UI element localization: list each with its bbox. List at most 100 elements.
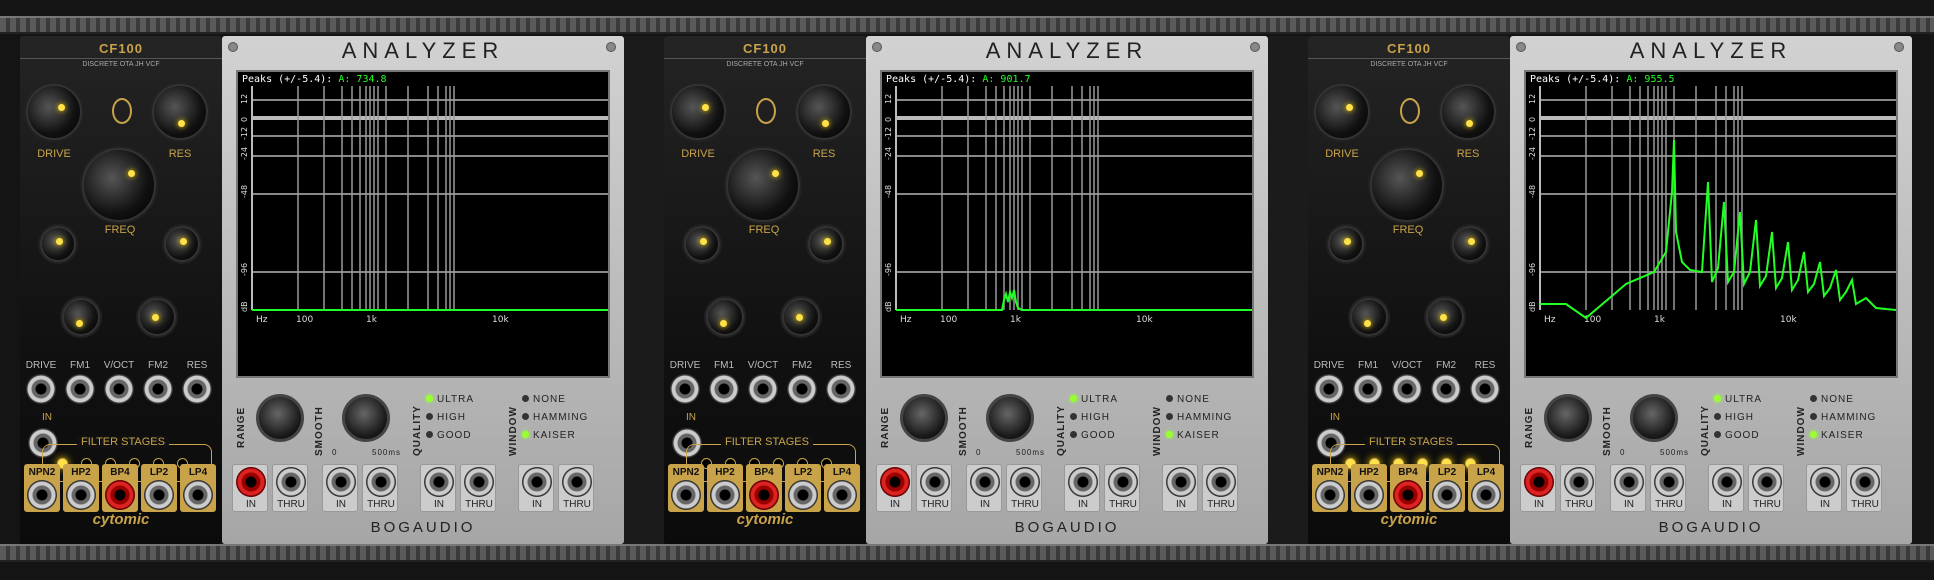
cv1-knob[interactable]: [706, 298, 744, 336]
window-option-kaiser[interactable]: KAISER: [1810, 430, 1864, 441]
output-jack[interactable]: [66, 480, 96, 510]
cv-input-jack[interactable]: [826, 374, 856, 404]
window-option-hamming[interactable]: HAMMING: [1810, 412, 1876, 423]
fm1-knob[interactable]: [684, 226, 720, 262]
output-jack[interactable]: [27, 480, 57, 510]
window-option-none[interactable]: NONE: [522, 394, 566, 405]
thru-jack[interactable]: [1850, 467, 1880, 497]
fm1-knob[interactable]: [40, 226, 76, 262]
cv1-knob[interactable]: [62, 298, 100, 336]
jack-label: IN: [1078, 499, 1088, 510]
input-jack[interactable]: [1166, 467, 1196, 497]
window-option-kaiser[interactable]: KAISER: [1166, 430, 1220, 441]
thru-jack[interactable]: [920, 467, 950, 497]
output-jack[interactable]: [144, 480, 174, 510]
drive-knob[interactable]: [1314, 84, 1370, 140]
quality-option-good[interactable]: GOOD: [1714, 430, 1760, 441]
range-knob[interactable]: [1544, 394, 1592, 442]
output-jack[interactable]: [788, 480, 818, 510]
quality-option-good[interactable]: GOOD: [1070, 430, 1116, 441]
thru-jack[interactable]: [1108, 467, 1138, 497]
input-jack[interactable]: [1614, 467, 1644, 497]
output-jack[interactable]: [1393, 480, 1423, 510]
input-jack[interactable]: [880, 467, 910, 497]
cv-input-jack[interactable]: [1470, 374, 1500, 404]
fm2-knob[interactable]: [164, 226, 200, 262]
thru-jack[interactable]: [1010, 467, 1040, 497]
thru-jack[interactable]: [366, 467, 396, 497]
cv-input-jack[interactable]: [143, 374, 173, 404]
res-knob[interactable]: [1440, 84, 1496, 140]
output-jack[interactable]: [105, 480, 135, 510]
window-option-hamming[interactable]: HAMMING: [522, 412, 588, 423]
window-option-hamming[interactable]: HAMMING: [1166, 412, 1232, 423]
output-jack[interactable]: [671, 480, 701, 510]
fm2-knob[interactable]: [1452, 226, 1488, 262]
output-jack[interactable]: [1315, 480, 1345, 510]
res-knob[interactable]: [152, 84, 208, 140]
fm1-knob[interactable]: [1328, 226, 1364, 262]
input-jack[interactable]: [326, 467, 356, 497]
input-jack[interactable]: [1524, 467, 1554, 497]
output-jack[interactable]: [827, 480, 857, 510]
input-jack[interactable]: [1712, 467, 1742, 497]
input-jack[interactable]: [522, 467, 552, 497]
output-jack[interactable]: [1432, 480, 1462, 510]
quality-option-high[interactable]: HIGH: [426, 412, 466, 423]
smooth-knob[interactable]: [342, 394, 390, 442]
input-jack[interactable]: [1810, 467, 1840, 497]
input-jack[interactable]: [424, 467, 454, 497]
output-jack[interactable]: [1354, 480, 1384, 510]
output-jack[interactable]: [749, 480, 779, 510]
thru-jack[interactable]: [276, 467, 306, 497]
freq-knob[interactable]: [726, 148, 800, 222]
smooth-knob[interactable]: [986, 394, 1034, 442]
cv-input-jack[interactable]: [104, 374, 134, 404]
thru-jack[interactable]: [1564, 467, 1594, 497]
output-jack[interactable]: [183, 480, 213, 510]
cv-input-jack[interactable]: [1392, 374, 1422, 404]
cv-input-jack[interactable]: [1353, 374, 1383, 404]
quality-option-ultra[interactable]: ULTRA: [1714, 394, 1762, 405]
quality-option-high[interactable]: HIGH: [1714, 412, 1754, 423]
cv1-knob[interactable]: [1350, 298, 1388, 336]
window-option-none[interactable]: NONE: [1810, 394, 1854, 405]
cv2-knob[interactable]: [138, 298, 176, 336]
quality-option-ultra[interactable]: ULTRA: [426, 394, 474, 405]
input-jack[interactable]: [236, 467, 266, 497]
cv-input-jack[interactable]: [787, 374, 817, 404]
quality-option-high[interactable]: HIGH: [1070, 412, 1110, 423]
cv-input-jack[interactable]: [1314, 374, 1344, 404]
input-jack[interactable]: [1068, 467, 1098, 497]
quality-option-ultra[interactable]: ULTRA: [1070, 394, 1118, 405]
input-jack[interactable]: [970, 467, 1000, 497]
thru-jack[interactable]: [1654, 467, 1684, 497]
cv-input-jack[interactable]: [26, 374, 56, 404]
thru-jack[interactable]: [464, 467, 494, 497]
cv-input-jack[interactable]: [182, 374, 212, 404]
fm2-knob[interactable]: [808, 226, 844, 262]
range-knob[interactable]: [900, 394, 948, 442]
window-option-none[interactable]: NONE: [1166, 394, 1210, 405]
cv-input-jack[interactable]: [670, 374, 700, 404]
freq-knob[interactable]: [82, 148, 156, 222]
output-jack[interactable]: [1471, 480, 1501, 510]
thru-jack[interactable]: [1206, 467, 1236, 497]
thru-jack[interactable]: [562, 467, 592, 497]
cv-input-jack[interactable]: [65, 374, 95, 404]
cv-input-jack[interactable]: [1431, 374, 1461, 404]
freq-knob[interactable]: [1370, 148, 1444, 222]
res-knob[interactable]: [796, 84, 852, 140]
thru-jack[interactable]: [1752, 467, 1782, 497]
output-jack[interactable]: [710, 480, 740, 510]
window-option-kaiser[interactable]: KAISER: [522, 430, 576, 441]
cv2-knob[interactable]: [782, 298, 820, 336]
quality-option-good[interactable]: GOOD: [426, 430, 472, 441]
cv-input-jack[interactable]: [748, 374, 778, 404]
cv2-knob[interactable]: [1426, 298, 1464, 336]
smooth-knob[interactable]: [1630, 394, 1678, 442]
drive-knob[interactable]: [670, 84, 726, 140]
drive-knob[interactable]: [26, 84, 82, 140]
cv-input-jack[interactable]: [709, 374, 739, 404]
range-knob[interactable]: [256, 394, 304, 442]
